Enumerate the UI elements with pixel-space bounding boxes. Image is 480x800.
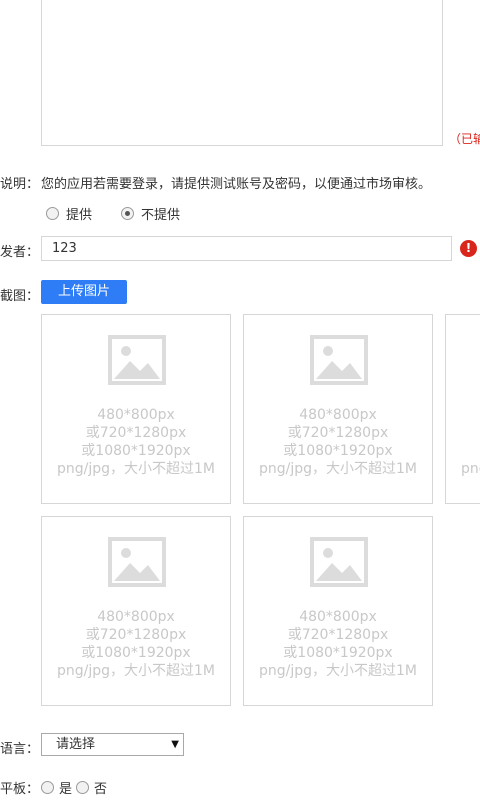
- screenshot-hint: 480*800px 或720*1280px 或1080*1920px png/j…: [258, 407, 417, 477]
- char-count: （已输: [449, 132, 480, 146]
- screenshot-label: 截图：: [0, 289, 40, 304]
- radio-tablet-no[interactable]: [76, 781, 90, 794]
- radio-provide[interactable]: [46, 207, 59, 220]
- upload-image-button[interactable]: 上传图片: [41, 280, 127, 304]
- screenshot-slot-3[interactable]: 480*800px 或720*1280px 或1080*1920px png/j…: [445, 314, 480, 504]
- screenshot-slot-5[interactable]: 480*800px 或720*1280px 或1080*1920px png/j…: [243, 516, 433, 706]
- language-select-value: 请选择: [56, 737, 96, 752]
- radio-not-provide[interactable]: [121, 207, 135, 220]
- developer-input[interactable]: 123: [41, 236, 452, 261]
- radio-tablet-yes[interactable]: [41, 781, 54, 794]
- desc-label: 说明：: [0, 177, 40, 192]
- account-radio-group: 提供 不提供: [46, 204, 180, 223]
- screenshot-hint: 480*800px 或720*1280px 或1080*1920px png/j…: [460, 461, 480, 477]
- chevron-down-icon: ▼: [171, 739, 179, 750]
- screenshot-slot-1[interactable]: 480*800px 或720*1280px 或1080*1920px png/j…: [41, 314, 231, 504]
- developer-label: 发者：: [0, 245, 40, 260]
- language-label: 语言：: [0, 742, 40, 757]
- description-textarea[interactable]: [41, 0, 443, 146]
- radio-provide-label: 提供: [66, 208, 93, 223]
- image-icon: [108, 335, 166, 385]
- app-upload-form: （已输 说明： 您的应用若需要登录，请提供测试账号及密码，以便通过市场审核。 提…: [0, 0, 480, 800]
- language-select[interactable]: 请选择 ▼: [41, 733, 184, 756]
- tablet-radio-group: 是 否: [41, 778, 107, 797]
- radio-not-provide-label: 不提供: [141, 208, 181, 223]
- screenshot-hint: 480*800px 或720*1280px 或1080*1920px png/j…: [56, 609, 215, 679]
- image-icon: [310, 537, 368, 587]
- image-icon: [310, 335, 368, 385]
- screenshot-slot-2[interactable]: 480*800px 或720*1280px 或1080*1920px png/j…: [243, 314, 433, 504]
- screenshot-slot-4[interactable]: 480*800px 或720*1280px 或1080*1920px png/j…: [41, 516, 231, 706]
- warning-icon: !: [460, 240, 477, 257]
- screenshot-hint: 480*800px 或720*1280px 或1080*1920px png/j…: [56, 407, 215, 477]
- screenshot-hint: 480*800px 或720*1280px 或1080*1920px png/j…: [258, 609, 417, 679]
- tablet-label: 平板：: [0, 782, 40, 797]
- image-icon: [108, 537, 166, 587]
- radio-tablet-no-label: 否: [94, 782, 108, 797]
- radio-tablet-yes-label: 是: [59, 782, 73, 797]
- desc-text: 您的应用若需要登录，请提供测试账号及密码，以便通过市场审核。: [41, 177, 432, 192]
